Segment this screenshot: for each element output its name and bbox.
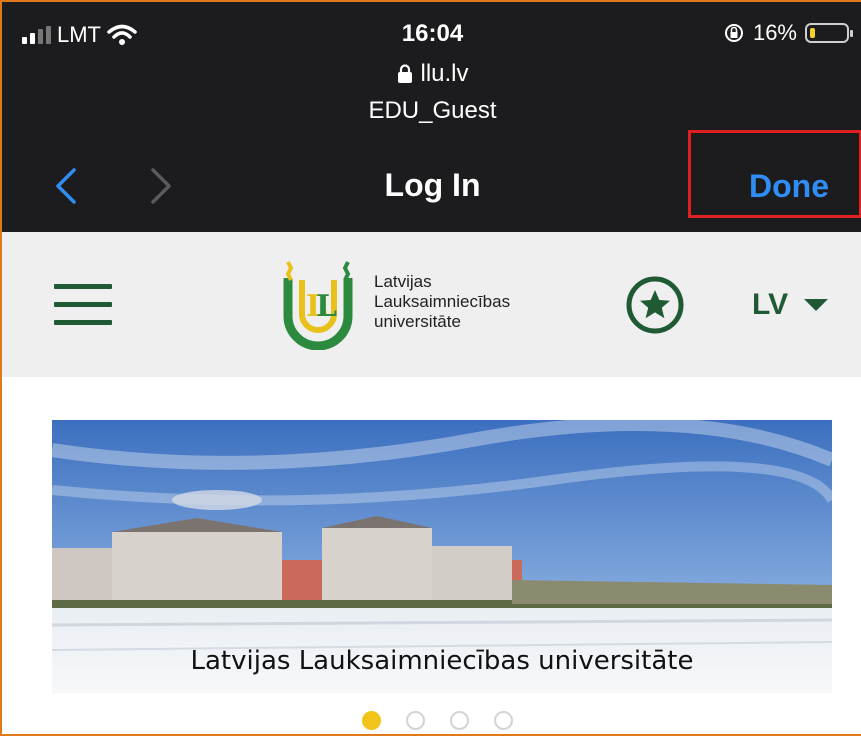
logo-line-2: Lauksaimniecības <box>374 292 511 311</box>
battery-icon <box>805 23 853 43</box>
logo-text: Latvijas Lauksaimniecības universitāte <box>374 272 510 332</box>
screen: LMT 16:04 16% llu.lv EDU_Guest Log In Do… <box>0 0 861 736</box>
done-button[interactable]: Done <box>688 168 861 205</box>
status-right: 16% <box>723 20 853 46</box>
carousel-dot[interactable] <box>362 711 381 730</box>
university-logo-icon[interactable]: L L <box>282 258 354 350</box>
battery-percent: 16% <box>752 20 797 45</box>
language-label: LV <box>752 288 789 321</box>
caret-down-icon <box>804 299 829 311</box>
logo-line-3: universitāte <box>374 312 461 331</box>
carousel-indicators <box>362 711 513 730</box>
language-selector[interactable]: LV <box>752 288 829 322</box>
logo-line-1: Latvijas <box>374 272 432 291</box>
hero-banner[interactable]: Latvijas Lauksaimniecības universitāte <box>52 420 832 693</box>
rotation-lock-icon <box>724 24 743 42</box>
lock-icon <box>398 64 413 83</box>
carousel-dot[interactable] <box>406 711 425 730</box>
svg-text:L: L <box>316 289 337 324</box>
network-name: EDU_Guest <box>368 97 497 124</box>
browser-top-bar: LMT 16:04 16% llu.lv EDU_Guest Log In Do… <box>2 2 861 232</box>
hamburger-menu-icon[interactable] <box>54 284 112 326</box>
url-display[interactable]: llu.lv <box>2 60 861 88</box>
carousel-dot[interactable] <box>450 711 469 730</box>
carousel-dot[interactable] <box>494 711 513 730</box>
hero-caption: Latvijas Lauksaimniecības universitāte <box>190 646 694 676</box>
star-circle-icon[interactable] <box>626 276 684 334</box>
site-header: L L Latvijas Lauksaimniecības universitā… <box>2 232 861 377</box>
url-text: llu.lv <box>420 60 469 87</box>
browser-nav-row: Log In Done <box>2 130 861 222</box>
